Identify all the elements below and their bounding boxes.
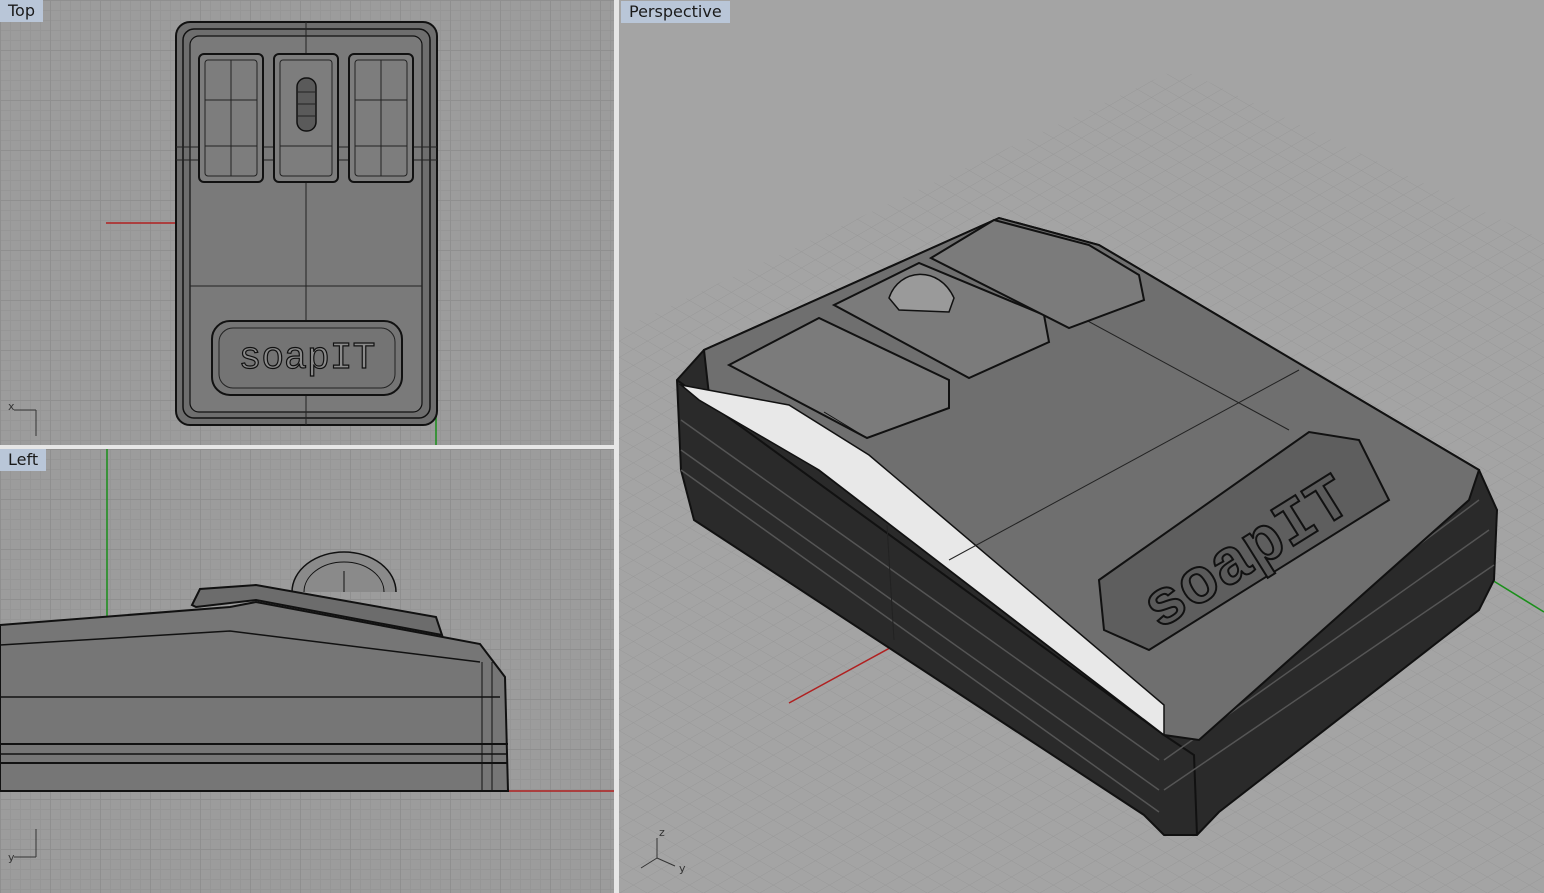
- perspective-viewport[interactable]: soapIT z y Perspective: [619, 0, 1544, 893]
- viewport-title-top[interactable]: Top: [0, 0, 43, 22]
- logo-text-top: soapIT: [239, 337, 376, 380]
- logo-panel-top: soapIT: [211, 320, 403, 396]
- axis-label-y: y: [679, 862, 686, 875]
- top-viewport[interactable]: soapIT x Top: [0, 0, 614, 445]
- axis-label-y: y: [8, 851, 15, 864]
- axis-gizmo-top: x: [8, 400, 37, 436]
- top-view-canvas: soapIT x: [8, 21, 438, 445]
- scroll-wheel-side: [291, 551, 397, 593]
- viewport-title-perspective[interactable]: Perspective: [621, 1, 730, 23]
- axis-gizmo-left: y: [8, 829, 37, 864]
- left-viewport[interactable]: y Left: [0, 449, 614, 893]
- axis-label-z: z: [659, 826, 665, 839]
- perspective-view-canvas: soapIT z y: [619, 68, 1544, 893]
- left-view-canvas: y: [0, 449, 614, 864]
- top-button-right: [348, 53, 414, 183]
- viewport-title-left[interactable]: Left: [0, 449, 47, 471]
- top-button-left: [198, 53, 264, 183]
- axis-label-x: x: [8, 400, 15, 413]
- top-button-middle: [273, 53, 339, 183]
